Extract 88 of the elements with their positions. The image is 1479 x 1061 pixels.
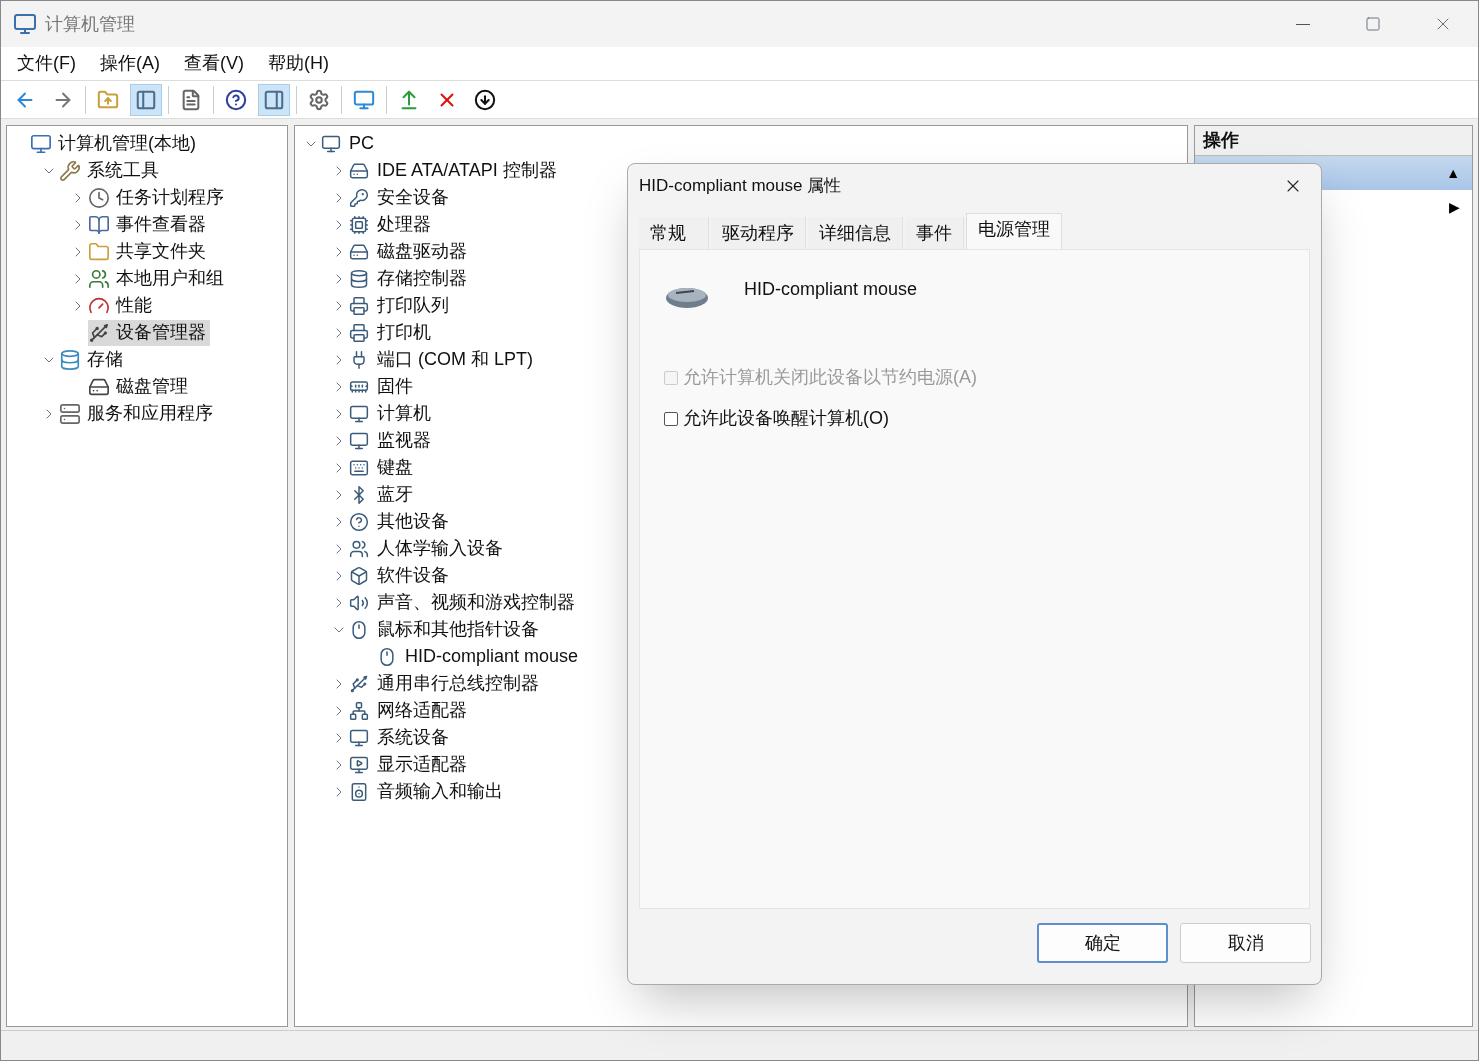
tab[interactable]: 电源管理: [966, 213, 1062, 249]
minimize-icon: [1296, 23, 1310, 25]
device-tree-item[interactable]: 其他设备: [349, 508, 449, 535]
tree-item[interactable]: 本地用户和组: [88, 265, 228, 292]
device-tree-item[interactable]: PC: [321, 130, 374, 157]
tree-item[interactable]: 事件查看器: [88, 211, 210, 238]
device-tree-item[interactable]: 处理器: [349, 211, 431, 238]
tree-item[interactable]: 服务和应用程序: [59, 400, 217, 427]
folder-icon: [88, 240, 110, 263]
mouse-icon: [377, 646, 397, 667]
folder-up-icon: [97, 88, 119, 111]
printer-icon: [349, 295, 369, 316]
device-tree-item[interactable]: IDE ATA/ATAPI 控制器: [349, 157, 557, 184]
storage-icon: [59, 348, 81, 371]
tree-item[interactable]: 共享文件夹: [88, 238, 210, 265]
users-icon: [88, 267, 110, 290]
menu-item[interactable]: 操作(A): [100, 50, 160, 77]
help-icon: [225, 88, 247, 111]
server-icon: [59, 402, 81, 425]
device-tree-item[interactable]: 计算机: [349, 400, 431, 427]
document-icon: [180, 88, 202, 111]
device-tree-item[interactable]: 监视器: [349, 427, 431, 454]
printer-icon: [349, 322, 369, 343]
download-icon: [474, 88, 496, 111]
device-tree-item[interactable]: 软件设备: [349, 562, 449, 589]
device-tree-item[interactable]: 安全设备: [349, 184, 449, 211]
tools-icon: [59, 159, 81, 182]
device-tree-item[interactable]: 存储控制器: [349, 265, 467, 292]
device-tree-item[interactable]: 固件: [349, 373, 413, 400]
device-tree-item[interactable]: 打印队列: [349, 292, 449, 319]
device-tree-item[interactable]: 网络适配器: [349, 697, 467, 724]
window-title: 计算机管理: [45, 12, 135, 36]
box-icon: [349, 565, 369, 586]
computer-icon: [13, 12, 37, 36]
gear-icon: [308, 88, 330, 111]
computer-icon: [30, 132, 52, 155]
device-tree-item[interactable]: 键盘: [349, 454, 413, 481]
chip-icon: [349, 214, 369, 235]
unknown-device-icon: [349, 511, 369, 532]
device-name: HID-compliant mouse: [744, 278, 918, 301]
mouse-icon: [349, 619, 369, 640]
clock-icon: [88, 186, 110, 209]
tree-item[interactable]: 系统工具: [59, 157, 163, 184]
device-tree-item[interactable]: HID-compliant mouse: [377, 643, 579, 670]
device-tree-item[interactable]: 打印机: [349, 319, 431, 346]
display-icon: [349, 754, 369, 775]
device-tree-item[interactable]: 人体学输入设备: [349, 535, 503, 562]
tree-item[interactable]: 任务计划程序: [88, 184, 228, 211]
device-tree-item[interactable]: 声音、视频和游戏控制器: [349, 589, 575, 616]
users-icon: [349, 538, 369, 559]
device-tree-item[interactable]: 磁盘驱动器: [349, 238, 467, 265]
device-tree-item[interactable]: 蓝牙: [349, 481, 413, 508]
device-tree-item[interactable]: 鼠标和其他指针设备: [349, 616, 539, 643]
tree-item[interactable]: 设备管理器: [88, 319, 210, 346]
tree-item[interactable]: 存储: [59, 346, 127, 373]
device-tree-item[interactable]: 端口 (COM 和 LPT): [349, 346, 533, 373]
dialog-button[interactable]: 确定: [1037, 923, 1168, 963]
menu-item[interactable]: 查看(V): [184, 50, 244, 77]
device-icon: [88, 321, 110, 344]
device-tree-item[interactable]: 显示适配器: [349, 751, 467, 778]
checkbox-label: 允许计算机关闭此设备以节约电源(A): [683, 366, 977, 389]
panel-icon: [263, 88, 285, 111]
monitor-icon: [349, 403, 369, 424]
tree-item[interactable]: 磁盘管理: [88, 373, 192, 400]
usb-icon: [349, 673, 369, 694]
menu-item[interactable]: 帮助(H): [268, 50, 329, 77]
device-tree-item[interactable]: 音频输入和输出: [349, 778, 503, 805]
storage-icon: [349, 268, 369, 289]
monitor-icon: [349, 430, 369, 451]
tree-item[interactable]: 计算机管理(本地): [30, 130, 200, 157]
menu-item[interactable]: 文件(F): [17, 50, 76, 77]
network-icon: [349, 700, 369, 721]
dialog-title: HID-compliant mouse 属性: [639, 175, 842, 198]
tree-item[interactable]: 性能: [88, 292, 156, 319]
dialog-button[interactable]: 取消: [1180, 923, 1311, 963]
monitor-icon: [349, 727, 369, 748]
panel-icon: [135, 88, 157, 111]
speaker-icon: [349, 781, 369, 802]
monitor-icon: [353, 88, 375, 111]
checkbox-label: 允许此设备唤醒计算机(O): [683, 407, 889, 430]
device-tree-item[interactable]: 系统设备: [349, 724, 449, 751]
key-icon: [349, 187, 369, 208]
actions-header: 操作: [1195, 126, 1472, 156]
checkbox[interactable]: [664, 411, 678, 426]
computer-icon: [321, 133, 341, 154]
log-book-icon: [88, 213, 110, 236]
device-tree-item[interactable]: 通用串行总线控制器: [349, 670, 539, 697]
maximize-icon: [1365, 16, 1381, 32]
